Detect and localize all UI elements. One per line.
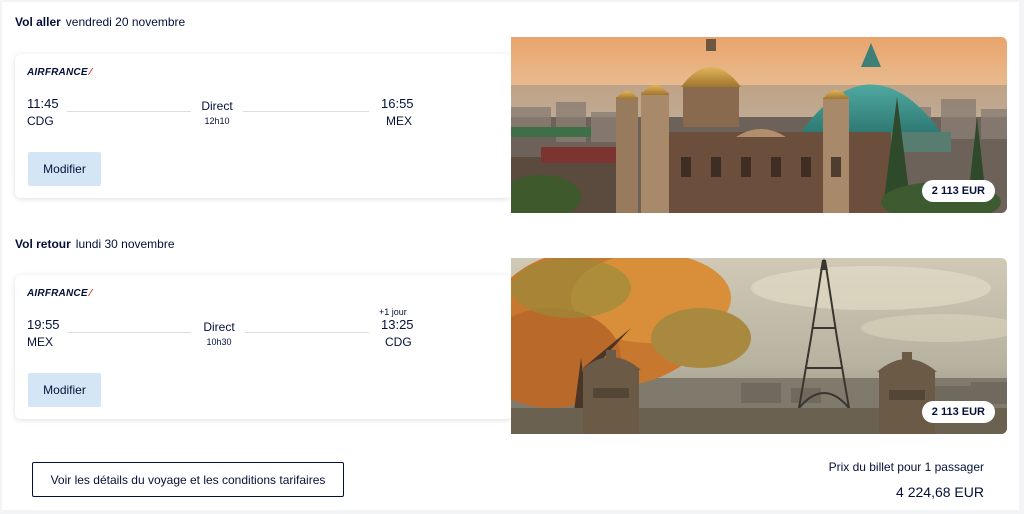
route-line-left — [67, 111, 191, 112]
total-price-value: 4 224,68 EUR — [896, 484, 984, 500]
route-line-left — [67, 332, 191, 333]
outbound-flight-card: AIRFRANCE ⁄ 11:45 CDG Direct 12h10 16:55 … — [15, 54, 512, 198]
departure-airport: MEX — [27, 335, 54, 349]
airfrance-slash-icon: ⁄ — [89, 288, 92, 299]
route-line-right — [245, 332, 369, 333]
return-label: Vol retour — [15, 237, 71, 251]
return-header: Vol retour lundi 30 novembre — [15, 237, 175, 251]
departure-airport: CDG — [27, 114, 54, 128]
departure-time: 19:55 — [27, 317, 60, 332]
flight-duration: 10h30 — [206, 337, 232, 347]
modify-outbound-button[interactable]: Modifier — [28, 152, 101, 186]
flight-duration: 12h10 — [204, 116, 230, 126]
departure-time: 11:45 — [27, 96, 59, 111]
arrival-time: 13:25 — [381, 317, 414, 332]
airline-name: AIRFRANCE — [27, 288, 88, 299]
stops-label: Direct — [203, 320, 235, 334]
route-line-right — [243, 111, 369, 112]
mexico-city-basilica-image: 2 113 EUR — [511, 37, 1007, 213]
arrival-airport: CDG — [385, 335, 412, 349]
next-day-indicator: +1 jour — [379, 307, 407, 317]
arrival-airport: MEX — [386, 114, 413, 128]
outbound-price-badge: 2 113 EUR — [921, 180, 995, 202]
return-date: lundi 30 novembre — [75, 237, 175, 251]
booking-summary: Vol aller vendredi 20 novembre AIRFRANCE ⁄… — [2, 2, 1019, 510]
modify-return-button[interactable]: Modifier — [28, 373, 101, 407]
airfrance-slash-icon: ⁄ — [89, 67, 92, 78]
airfrance-logo: AIRFRANCE ⁄ — [27, 288, 92, 299]
return-price-badge: 2 113 EUR — [921, 401, 995, 423]
airline-name: AIRFRANCE — [27, 67, 88, 78]
total-price-label: Prix du billet pour 1 passager — [828, 460, 984, 474]
paris-eiffel-tower-image: 2 113 EUR — [511, 258, 1007, 434]
return-flight-card: AIRFRANCE ⁄ 19:55 MEX Direct 10h30 +1 jou… — [15, 275, 512, 419]
stops-label: Direct — [201, 99, 233, 113]
outbound-label: Vol aller — [15, 15, 61, 29]
outbound-header: Vol aller vendredi 20 novembre — [15, 15, 185, 29]
airfrance-logo: AIRFRANCE ⁄ — [27, 67, 92, 78]
trip-details-button[interactable]: Voir les détails du voyage et les condit… — [32, 462, 344, 497]
outbound-date: vendredi 20 novembre — [65, 15, 186, 29]
arrival-time: 16:55 — [381, 96, 414, 111]
